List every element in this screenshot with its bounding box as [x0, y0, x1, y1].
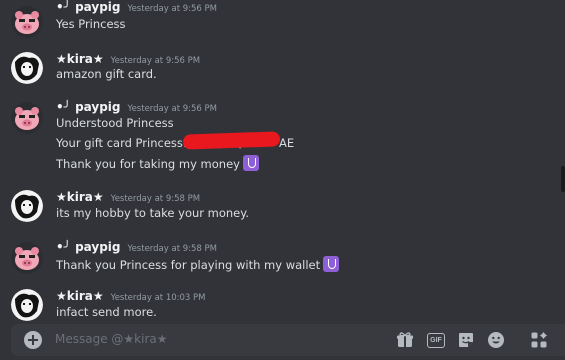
message-text: its my hobby to take your money. [56, 206, 250, 220]
timestamp: Yesterday at 9:56 PM [127, 4, 217, 14]
message-list: •╯ paypig Yesterday at 9:56 PM Yes Princ… [0, 0, 565, 322]
author-name[interactable]: ★kira★ [56, 190, 104, 204]
sticker-icon[interactable] [457, 331, 475, 349]
timestamp: Yesterday at 9:56 PM [110, 56, 201, 66]
timestamp: Yesterday at 9:58 PM [127, 244, 217, 254]
money-emoji-icon [242, 155, 259, 171]
message-text: Understood Princess [56, 116, 174, 130]
avatar-kira[interactable] [11, 190, 43, 222]
author-name[interactable]: •╯ paypig [56, 240, 121, 254]
message-text: Thank you Princess for playing with my w… [56, 256, 340, 272]
message-text: Thank you for taking my money [56, 155, 259, 171]
scrollbar-thumb[interactable] [561, 166, 565, 192]
avatar-kira[interactable] [11, 52, 43, 84]
avatar-pig[interactable] [11, 6, 43, 38]
money-emoji-icon [323, 256, 340, 272]
author-name[interactable]: •╯ paypig [56, 0, 121, 14]
message-text: Yes Princess [56, 17, 126, 31]
avatar-kira[interactable] [11, 289, 43, 321]
timestamp: Yesterday at 9:58 PM [110, 194, 201, 204]
avatar-pig[interactable] [11, 242, 43, 274]
message-input[interactable]: Message @★kira★ [55, 332, 168, 346]
message-text: amazon gift card. [56, 67, 157, 81]
apps-icon[interactable] [530, 331, 548, 349]
gif-icon[interactable]: GIF [427, 333, 445, 348]
message-text-tail: AE [279, 136, 295, 150]
redaction-mark [182, 131, 281, 150]
message-text-content: Thank you for taking my money [56, 157, 240, 171]
emoji-icon[interactable] [487, 331, 505, 349]
author-name[interactable]: ★kira★ [56, 289, 104, 303]
message-text-content: Thank you Princess for playing with my w… [56, 258, 321, 272]
timestamp: Yesterday at 10:03 PM [110, 293, 206, 303]
gift-icon[interactable] [396, 331, 414, 349]
avatar-pig[interactable] [11, 102, 43, 134]
message-text: infact send more. [56, 305, 157, 319]
author-name[interactable]: •╯ paypig [56, 100, 121, 114]
plus-circle-icon[interactable] [24, 331, 42, 349]
timestamp: Yesterday at 9:56 PM [127, 104, 217, 114]
author-name[interactable]: ★kira★ [56, 52, 104, 66]
message-composer: Message @★kira★ GIF [11, 324, 565, 356]
